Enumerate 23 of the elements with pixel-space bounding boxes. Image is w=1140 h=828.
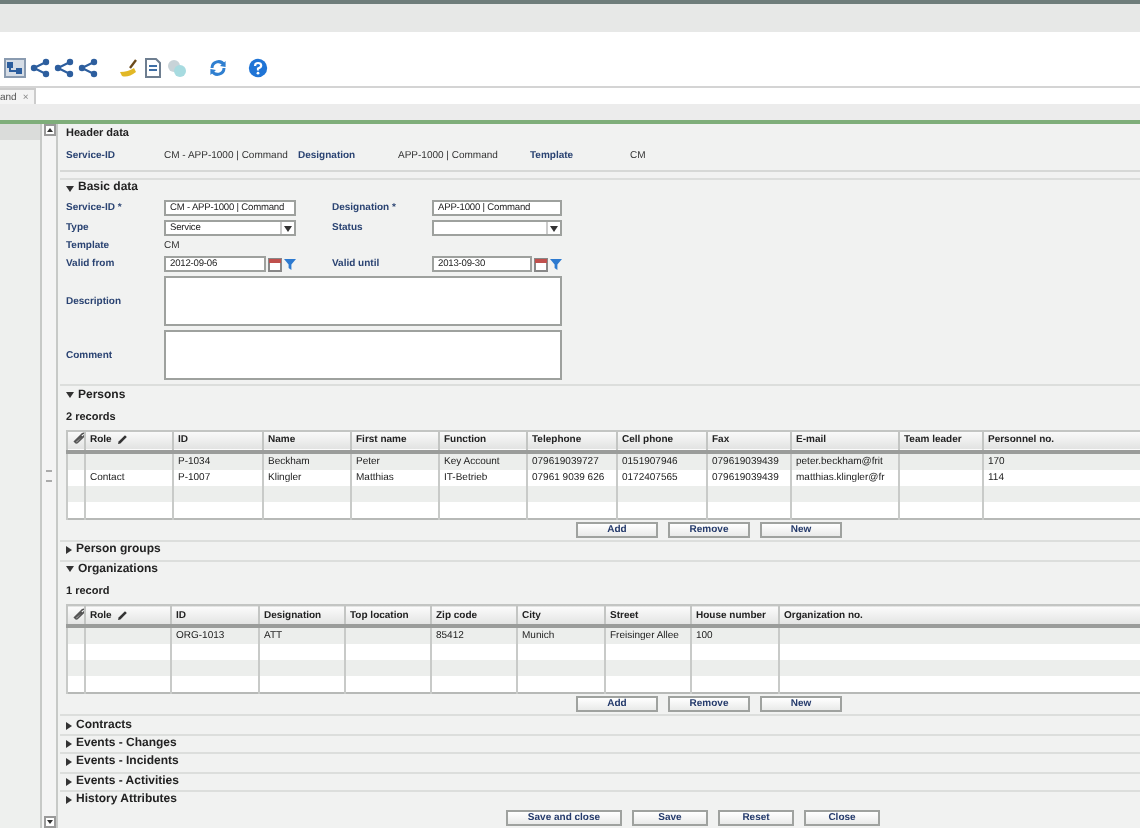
dropdown-arrow-icon	[549, 225, 557, 232]
text-area[interactable]	[164, 276, 562, 327]
dropdown-arrow-icon	[283, 225, 291, 232]
select-field[interactable]	[432, 220, 562, 237]
calendar-icon[interactable]	[534, 257, 548, 272]
share-icon[interactable]	[30, 57, 50, 77]
scroll-down-icon[interactable]	[43, 816, 55, 828]
paperclip-icon[interactable]	[72, 432, 83, 445]
share-icon[interactable]	[78, 57, 98, 77]
paperclip-icon[interactable]	[72, 607, 83, 620]
filter-icon[interactable]	[284, 258, 296, 271]
network-icon[interactable]	[4, 57, 26, 77]
pencil-icon	[115, 609, 128, 622]
scroll-up-icon[interactable]	[43, 124, 55, 136]
text-area[interactable]	[164, 330, 562, 381]
help-icon[interactable]	[248, 57, 268, 77]
brush-icon[interactable]	[118, 57, 140, 77]
document-icon[interactable]	[144, 57, 162, 77]
refresh-icon[interactable]	[208, 57, 228, 77]
filter-icon[interactable]	[550, 258, 562, 271]
pencil-icon	[115, 434, 128, 447]
share-icon[interactable]	[54, 57, 74, 77]
calendar-icon[interactable]	[268, 257, 282, 272]
